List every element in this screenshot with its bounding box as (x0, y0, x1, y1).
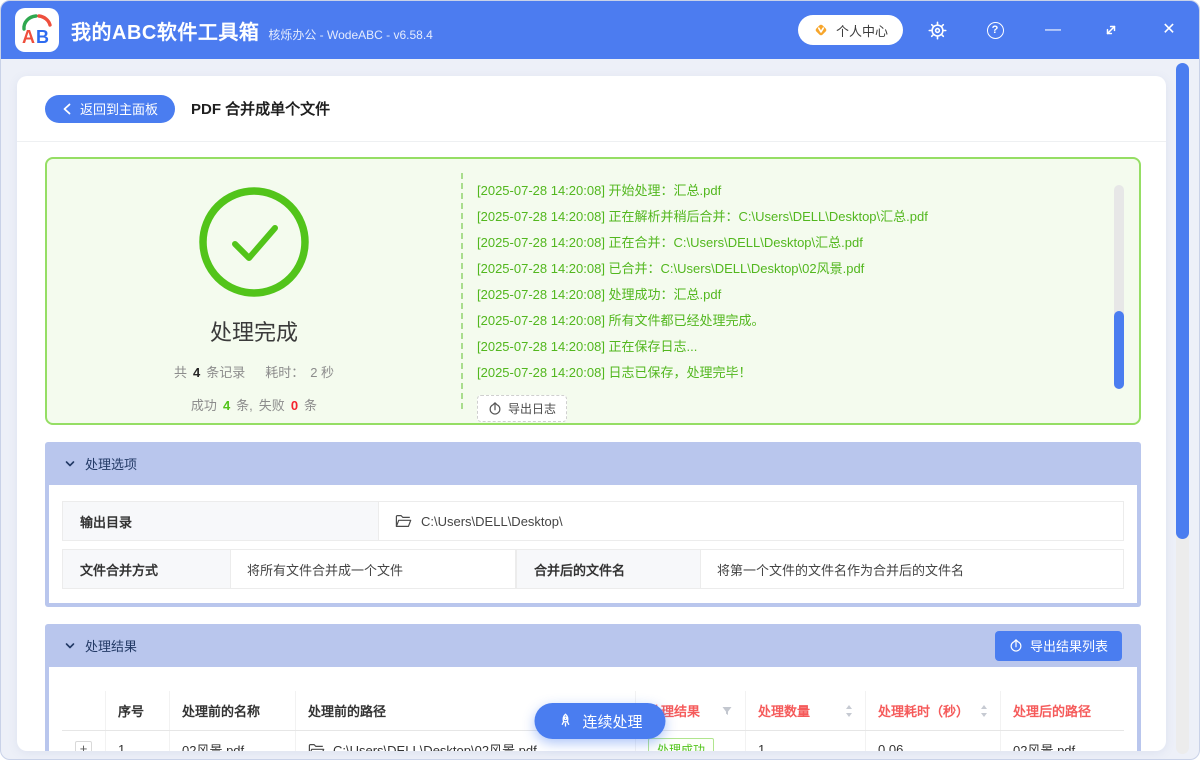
export-log-label: 导出日志 (508, 402, 557, 416)
log-line: [2025-07-28 14:20:08] 处理成功：汇总.pdf (477, 287, 722, 302)
titlebar: A B 我的ABC软件工具箱 核烁办公 - WodeABC - v6.58.4 … (1, 1, 1199, 59)
cell-name-before: 02风景.pdf (170, 731, 296, 751)
sort-carets-icon[interactable] (980, 704, 988, 718)
page-title: PDF 合并成单个文件 (191, 101, 331, 118)
rocket-icon (557, 713, 573, 729)
merge-mode-label: 文件合并方式 (63, 550, 231, 588)
status-title: 处理完成 (209, 320, 298, 345)
resize-icon[interactable] (1101, 20, 1121, 40)
column-header-path-after: 处理后的路径 (1013, 704, 1092, 719)
app-title: 我的ABC软件工具箱 (71, 21, 260, 44)
logo-letter-a: A (22, 27, 35, 47)
app-subtitle: 核烁办公 - WodeABC - v6.58.4 (268, 27, 433, 42)
log-scrollbar-track (1114, 185, 1124, 389)
filter-funnel-icon[interactable] (721, 705, 733, 717)
column-header-index: 序号 (106, 691, 170, 730)
logo-letter-b: B (36, 27, 49, 47)
toolbar-row: 返回到主面板 PDF 合并成单个文件 (17, 76, 1166, 142)
expander-column-header (62, 691, 106, 730)
merge-mode-value: 将所有文件合并成一个文件 (231, 550, 516, 588)
back-to-dashboard-button[interactable]: 返回到主面板 (45, 94, 176, 123)
continue-button-label: 连续处理 (582, 713, 643, 731)
log-line: [2025-07-28 14:20:08] 日志已保存，处理完毕！ (477, 365, 752, 380)
time-value: 2 秒 (310, 365, 335, 380)
output-dir-label: 输出目录 (63, 502, 379, 540)
chevron-left-icon (62, 103, 73, 115)
back-button-label: 返回到主面板 (80, 102, 159, 117)
cell-path-after: 02风景.pdf (1013, 743, 1076, 751)
export-upload-icon (488, 401, 502, 416)
total-count: 4 (192, 365, 201, 380)
success-panel: 处理完成 共 4 条记录 耗时： 2 秒 成功 4 条, 失败 0 条 [202… (45, 157, 1141, 425)
fail-label: 失败 (258, 398, 285, 413)
log-line: [2025-07-28 14:20:08] 正在合并：C:\Users\DELL… (477, 235, 863, 250)
success-count: 4 (222, 398, 231, 413)
continue-processing-button[interactable]: 连续处理 (534, 703, 666, 739)
options-body: 输出目录 C:\Users\DELL\Desktop\ 文件合并方式 将所有文件… (49, 485, 1137, 603)
column-header-name-before: 处理前的名称 (170, 691, 296, 730)
status-badge: 处理成功 (648, 738, 715, 751)
export-results-label: 导出结果列表 (1029, 639, 1108, 654)
time-label: 耗时： (265, 365, 305, 380)
output-dir-row: 输出目录 C:\Users\DELL\Desktop\ (62, 501, 1124, 541)
output-dir-value[interactable]: C:\Users\DELL\Desktop\ (379, 502, 1123, 540)
options-section-title: 处理选项 (85, 457, 138, 472)
vip-badge-icon (813, 22, 829, 38)
merge-settings-row: 文件合并方式 将所有文件合并成一个文件 合并后的文件名 将第一个文件的文件名作为… (62, 549, 1124, 589)
log-scrollbar-thumb[interactable] (1114, 311, 1124, 389)
user-center-label: 个人中心 (835, 23, 888, 39)
summary-totals: 共 4 条记录 耗时： 2 秒 (174, 362, 334, 381)
cell-count: 1 (746, 731, 866, 751)
chevron-down-icon (64, 458, 76, 470)
main-scrollbar-thumb[interactable] (1176, 63, 1189, 539)
app-logo-icon: A B (15, 8, 59, 52)
filename-rule-label: 合并后的文件名 (516, 550, 701, 588)
row-expander-button[interactable]: + (75, 741, 92, 751)
log-area: [2025-07-28 14:20:08] 开始处理：汇总.pdf [2025-… (463, 159, 1139, 423)
folder-open-icon (395, 514, 412, 528)
total-prefix: 共 (173, 365, 187, 380)
settings-gear-icon[interactable] (927, 20, 947, 40)
fail-count: 0 (290, 398, 299, 413)
sort-carets-icon[interactable] (845, 704, 853, 718)
folder-open-icon[interactable] (308, 743, 325, 751)
main-scrollbar-track (1176, 63, 1189, 754)
minimize-button[interactable]: — (1043, 20, 1063, 40)
user-center-button[interactable]: 个人中心 (797, 15, 903, 45)
cell-time: 0.06 (866, 731, 1001, 751)
export-log-button[interactable]: 导出日志 (477, 395, 568, 422)
log-line: [2025-07-28 14:20:08] 开始处理：汇总.pdf (477, 183, 722, 198)
main-card: 返回到主面板 PDF 合并成单个文件 处理完成 共 4 条记录 耗时： 2 秒 … (17, 76, 1166, 751)
summary-result-counts: 成功 4 条, 失败 0 条 (191, 395, 317, 414)
chevron-down-icon (64, 640, 76, 652)
export-results-button[interactable]: 导出结果列表 (994, 630, 1122, 661)
options-section-header[interactable]: 处理选项 (49, 442, 1137, 485)
output-dir-path: C:\Users\DELL\Desktop\ (421, 513, 563, 529)
column-header-count[interactable]: 处理数量 (746, 691, 866, 730)
cell-index: 1 (106, 731, 170, 751)
log-line: [2025-07-28 14:20:08] 正在保存日志... (477, 339, 698, 354)
total-suffix: 条记录 (206, 365, 246, 380)
results-section-title: 处理结果 (85, 639, 138, 654)
help-icon[interactable]: ? (985, 20, 1005, 40)
log-line: [2025-07-28 14:20:08] 所有文件都已经处理完成。 (477, 313, 765, 328)
filename-rule-value: 将第一个文件的文件名作为合并后的文件名 (717, 562, 965, 578)
log-line: [2025-07-28 14:20:08] 已合并：C:\Users\DELL\… (477, 261, 865, 276)
success-suffix: 条, (236, 398, 253, 413)
app-window: A B 我的ABC软件工具箱 核烁办公 - WodeABC - v6.58.4 … (0, 0, 1200, 760)
column-header-time[interactable]: 处理耗时（秒） (866, 691, 1001, 730)
success-label: 成功 (190, 398, 217, 413)
export-upload-icon (1009, 638, 1023, 653)
results-section-header[interactable]: 处理结果 导出结果列表 (49, 624, 1137, 667)
fail-suffix: 条 (304, 398, 318, 413)
close-button[interactable]: ✕ (1159, 20, 1179, 40)
success-check-icon (197, 185, 311, 299)
log-line: [2025-07-28 14:20:08] 正在解析并稍后合并：C:\Users… (477, 209, 928, 224)
options-section: 处理选项 输出目录 C:\Users\DELL\Desktop\ 文件合并方式 … (45, 442, 1141, 607)
summary-column: 处理完成 共 4 条记录 耗时： 2 秒 成功 4 条, 失败 0 条 (47, 159, 461, 423)
